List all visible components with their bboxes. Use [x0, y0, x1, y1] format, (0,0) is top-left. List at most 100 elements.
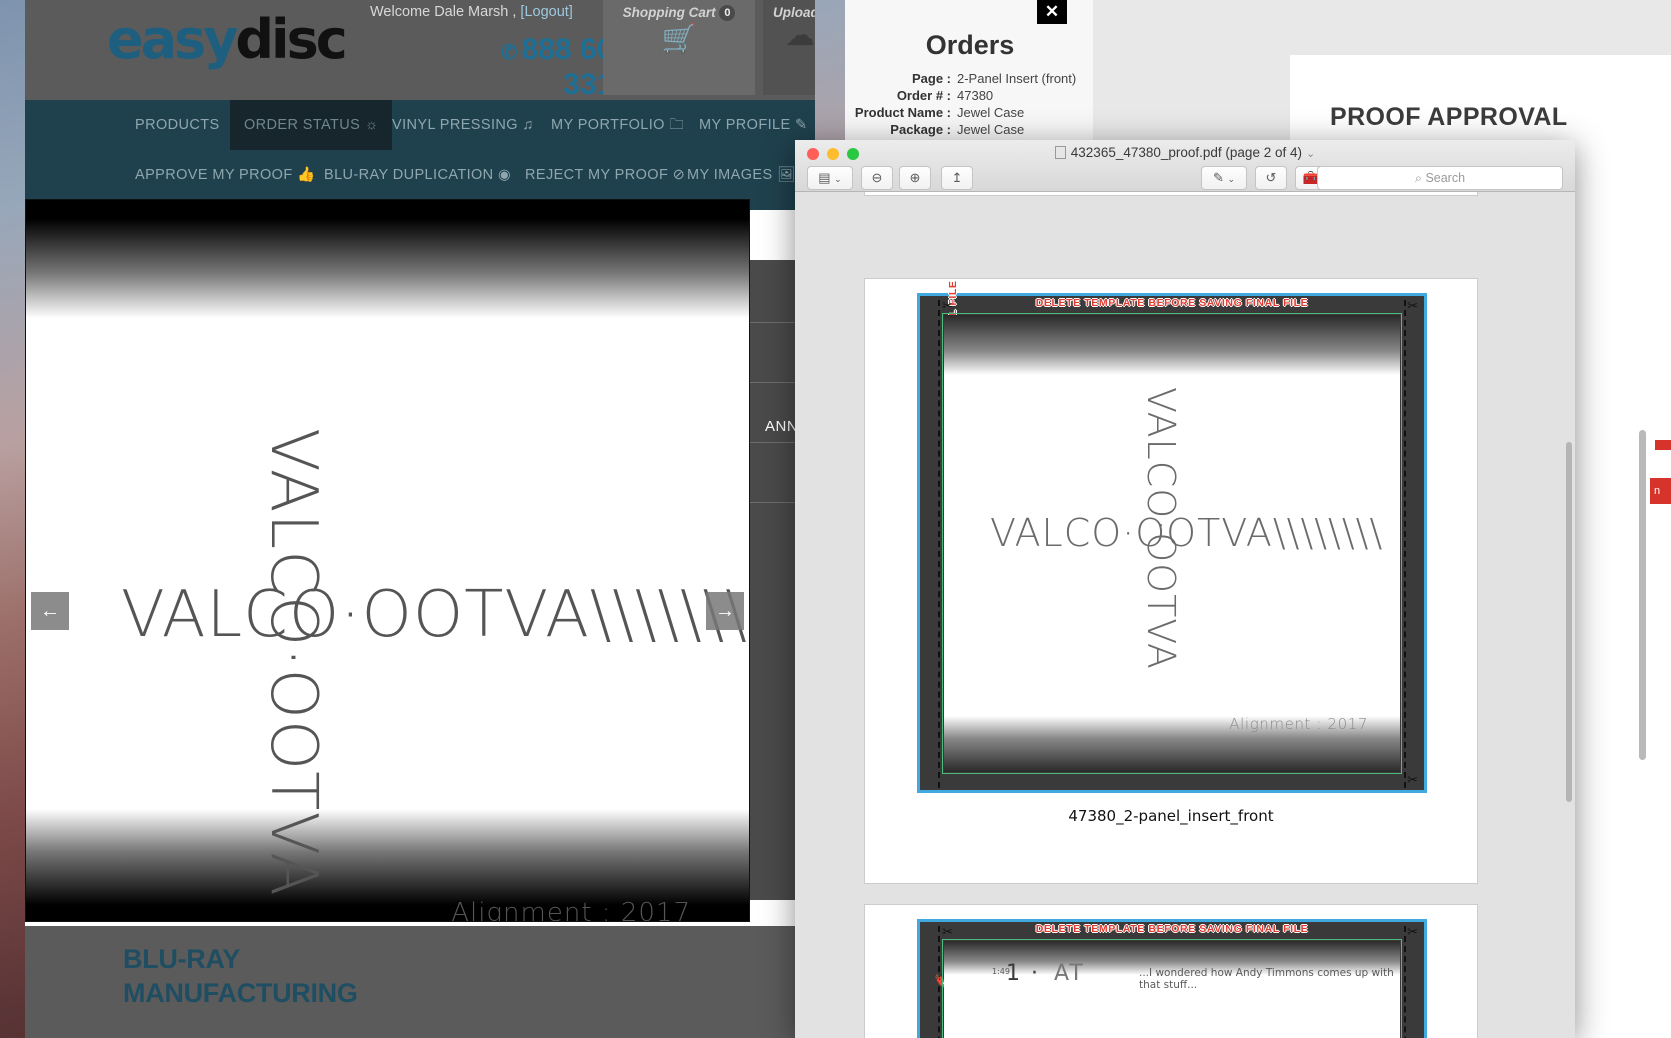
- nav-label: MY IMAGES: [687, 167, 773, 183]
- table-row: Product Name : Jewel Case: [845, 104, 1095, 121]
- footer-heading-line2: MANUFACTURING: [123, 978, 358, 1008]
- search-placeholder: Search: [1425, 171, 1466, 185]
- nav-item-reject-my-proof[interactable]: REJECT MY PROOF ⊘: [511, 150, 699, 200]
- artwork-wordmark-vertical: VALCO·OOTVA: [256, 428, 330, 897]
- orders-key-product-name: Product Name :: [854, 105, 951, 120]
- easydisc-logo[interactable]: easydisc: [107, 8, 348, 71]
- pdf-page-2[interactable]: DELETE TEMPLATE BEFORE SAVING FINAL FILE…: [864, 278, 1478, 884]
- footer-heading-line1: BLU-RAY: [123, 944, 240, 974]
- preview-toolbar: ▤ ⌄ ⊖ ⊕ ↥ ✎ ⌄ ↺ 🧰 ⌕ Search: [795, 166, 1575, 192]
- nav-item-vinyl-pressing[interactable]: VINYL PRESSING ♫: [378, 100, 548, 150]
- nav-label: VINYL PRESSING: [392, 117, 518, 133]
- search-icon: ⌕: [1414, 171, 1422, 185]
- nav-label: PRODUCTS: [135, 117, 220, 133]
- nav-label: MY PORTFOLIO: [551, 117, 665, 133]
- cart-label-wrap: Shopping Cart 0: [603, 5, 755, 22]
- nav-item-my-images[interactable]: MY IMAGES 🖼: [673, 150, 810, 200]
- upload-button[interactable]: Upload ☁: [763, 0, 815, 95]
- nav-item-order-status[interactable]: ORDER STATUS ☼: [230, 100, 393, 150]
- orders-key-package: Package :: [890, 122, 951, 137]
- cart-count-badge: 0: [719, 5, 736, 22]
- template-warning-top: DELETE TEMPLATE BEFORE SAVING FINAL FILE: [1035, 297, 1309, 309]
- shopping-cart-button[interactable]: Shopping Cart 0 🛒: [603, 0, 755, 95]
- orders-key-page: Page :: [911, 71, 951, 86]
- scissors-icon-top-right: ✂: [1407, 924, 1418, 939]
- scissors-icon-top-right: ✂: [1407, 298, 1418, 313]
- nav-label: REJECT MY PROOF: [525, 167, 669, 183]
- track-number: 1 ·: [1006, 961, 1040, 986]
- nav-row-primary: PRODUCTS ORDER STATUS ☼ VINYL PRESSING ♫…: [25, 100, 815, 150]
- pdf-artwork: 1:49 1 · AT ...I wondered how Andy Timmo…: [944, 941, 1400, 1038]
- rotate-left-button[interactable]: ↺: [1255, 166, 1287, 190]
- folder-icon: 🗀: [669, 117, 685, 133]
- pdf-page-previous-partial: [864, 192, 1478, 196]
- footer-heading: BLU-RAY MANUFACTURING: [123, 942, 358, 1010]
- sidebar-toggle-button[interactable]: ▤ ⌄: [807, 166, 853, 190]
- cart-label: Shopping Cart: [622, 5, 716, 20]
- page-scrollbar[interactable]: [1639, 430, 1646, 760]
- orders-val-page: 2-Panel Insert (front): [957, 71, 1077, 86]
- nav-item-my-portfolio[interactable]: MY PORTFOLIO 🗀: [537, 100, 698, 150]
- preview-pdf-window[interactable]: 432365_47380_proof.pdf (page 2 of 4) ⌄ ▤ …: [795, 140, 1575, 1038]
- pdf-file-icon: [1054, 146, 1066, 159]
- main-navigation: PRODUCTS ORDER STATUS ☼ VINYL PRESSING ♫…: [25, 100, 815, 210]
- artwork-wordmark-horizontal: VALCO·OOTVA\\\\\\\\: [121, 578, 750, 652]
- share-button[interactable]: ↥: [941, 166, 973, 190]
- table-row: Page : 2-Panel Insert (front): [845, 70, 1095, 87]
- logout-link[interactable]: [Logout]: [520, 4, 572, 20]
- orders-close-button[interactable]: ✕: [1037, 0, 1067, 24]
- order-status-icon: ☼: [364, 117, 379, 133]
- pdf-page-3[interactable]: DELETE TEMPLATE BEFORE SAVING FINAL FILE…: [864, 904, 1478, 1038]
- orders-detail-table: Page : 2-Panel Insert (front) Order # : …: [845, 70, 1095, 138]
- artwork-alignment-label: Alignment : 2017: [451, 898, 691, 922]
- disc-icon: ◉: [498, 167, 512, 183]
- orders-val-product-name: Jewel Case: [957, 105, 1025, 120]
- red-action-button[interactable]: n: [1650, 478, 1671, 504]
- chevron-down-icon[interactable]: ⌄: [1306, 148, 1315, 160]
- pdf-wordmark-vertical: VALCO·OOTVA: [1139, 387, 1183, 670]
- nav-label: APPROVE MY PROOF: [135, 167, 293, 183]
- pdf-wordmark-horizontal: VALCO·OOTVA\\\\\\\\: [990, 511, 1384, 555]
- preview-filename-wrap: 432365_47380_proof.pdf (page 2 of 4) ⌄: [795, 145, 1575, 160]
- track-title: AT: [1054, 961, 1085, 986]
- nav-row-secondary: APPROVE MY PROOF 👍 BLU-RAY DUPLICATION ◉…: [25, 150, 815, 200]
- cut-line-right: [1404, 926, 1406, 1038]
- edit-icon: ✎: [795, 117, 808, 133]
- logo-part-disc: disc: [235, 8, 347, 71]
- pdf-artwork: VALCO·OOTVA\\\\\\\\ VALCO·OOTVA Alignmen…: [944, 315, 1400, 772]
- preview-titlebar[interactable]: 432365_47380_proof.pdf (page 2 of 4) ⌄ ▤ …: [795, 140, 1575, 192]
- table-row: Package : Jewel Case: [845, 121, 1095, 138]
- cut-line-left: [938, 300, 940, 788]
- artwork-top-gradient: [944, 315, 1400, 375]
- footer-banner: BLU-RAY MANUFACTURING: [25, 926, 815, 1038]
- zoom-in-button[interactable]: ⊕: [899, 166, 931, 190]
- pdf-page-caption: 47380_2-panel_insert_front: [1068, 807, 1274, 825]
- music-note-icon: ♫: [522, 117, 534, 133]
- search-input[interactable]: ⌕ Search: [1317, 166, 1563, 190]
- scissors-icon-bottom-right: ✂: [1407, 772, 1418, 787]
- markup-toggle-button[interactable]: ✎ ⌄: [1201, 166, 1247, 190]
- lightbox-next-button[interactable]: →: [706, 592, 744, 630]
- zoom-out-button[interactable]: ⊖: [861, 166, 893, 190]
- preview-filename: 432365_47380_proof.pdf (page 2 of 4): [1070, 145, 1302, 160]
- cut-line-right: [1404, 300, 1406, 788]
- nav-label: MY PROFILE: [699, 117, 791, 133]
- page-title: PROOF APPROVAL: [1330, 103, 1568, 131]
- template-frame: DELETE TEMPLATE BEFORE SAVING FINAL FILE…: [917, 919, 1427, 1038]
- preview-document-area[interactable]: DELETE TEMPLATE BEFORE SAVING FINAL FILE…: [795, 192, 1575, 1038]
- nav-item-products[interactable]: PRODUCTS: [121, 100, 234, 150]
- artwork-canvas: VALCO·OOTVA\\\\\\\\ VALCO·OOTVA Alignmen…: [26, 310, 750, 921]
- pdf-alignment-label: Alignment : 2017: [1229, 715, 1368, 733]
- nav-item-approve-my-proof[interactable]: APPROVE MY PROOF 👍: [121, 150, 330, 200]
- nav-label: ORDER STATUS: [244, 117, 361, 133]
- orders-val-package: Jewel Case: [957, 122, 1025, 137]
- preview-scrollbar[interactable]: [1566, 442, 1572, 802]
- cart-icon: 🛒: [661, 23, 697, 54]
- scissors-icon-top: ✂: [942, 298, 953, 313]
- welcome-text: Welcome Dale Marsh ,: [370, 4, 517, 20]
- lightbox-prev-button[interactable]: ←: [31, 592, 69, 630]
- orders-title: Orders: [925, 30, 1015, 60]
- nav-item-blu-ray-duplication[interactable]: BLU-RAY DUPLICATION ◉: [310, 150, 525, 200]
- proof-image-lightbox[interactable]: VALCO·OOTVA\\\\\\\\ VALCO·OOTVA Alignmen…: [25, 199, 750, 922]
- track-note: ...I wondered how Andy Timmons comes up …: [1139, 967, 1394, 991]
